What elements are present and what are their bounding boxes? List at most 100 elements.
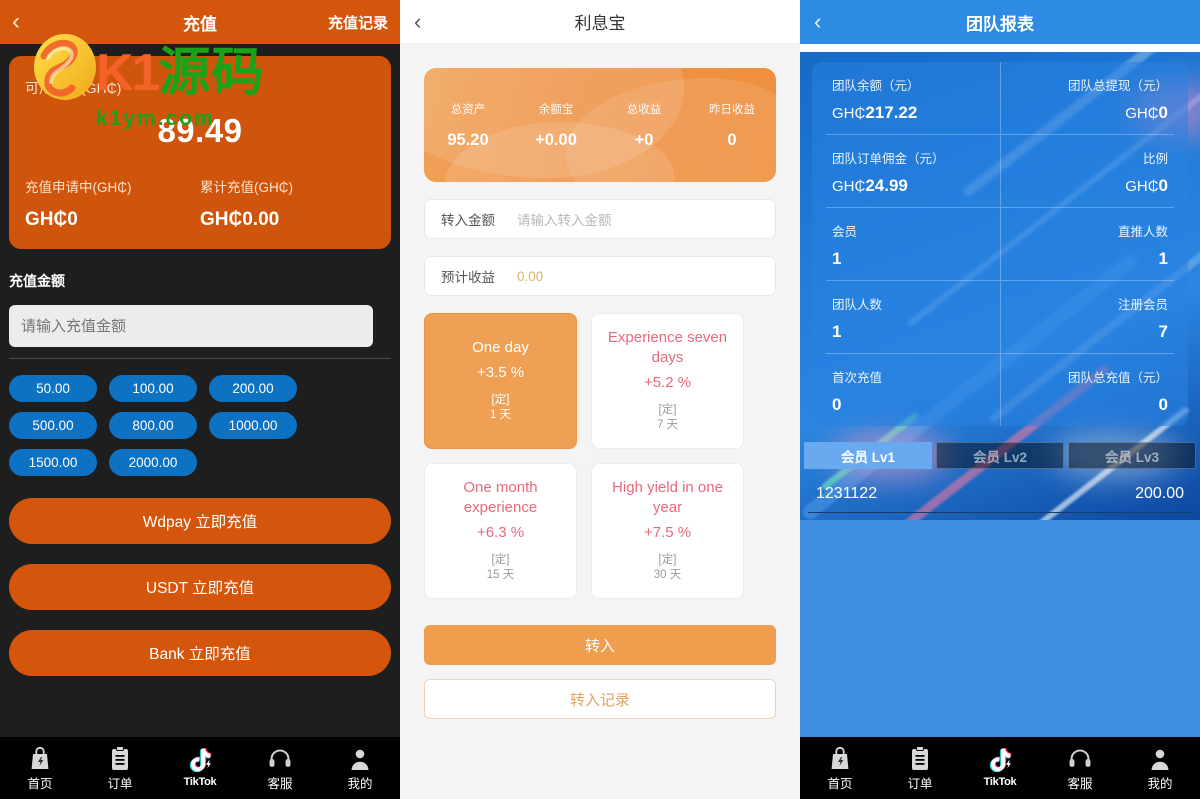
stat-team-size: 团队人数 1 [826, 281, 1000, 353]
transfer-amount-field[interactable]: 转入金额 请输入转入金额 [424, 199, 776, 239]
stat-label: 首次充值 [832, 371, 883, 385]
stat-label: 团队总提现（元） [1067, 79, 1168, 93]
product-grid: One day +3.5 % [定] 1 天 Experience seven d… [424, 313, 776, 599]
back-icon[interactable]: ‹ [12, 0, 20, 44]
stat-team-order-commission: 团队订单佣金（元） GH₵24.99 [826, 135, 1000, 207]
total-recharge-block: 累计充值(GH₵) GH₵0.00 [200, 176, 375, 231]
lixibao-header: ‹ 利息宝 [400, 0, 800, 44]
transfer-in-button[interactable]: 转入 [424, 625, 776, 665]
quick-amount-chip[interactable]: 100.00 [109, 375, 197, 402]
tab-label: 我的 [347, 777, 373, 791]
tab-support[interactable]: 客服 [1040, 744, 1120, 792]
quick-amount-chip[interactable]: 800.00 [109, 412, 197, 439]
product-name: One month experience [463, 479, 538, 517]
summary-value: 95.20 [447, 130, 489, 149]
stat-value: 1 [832, 322, 842, 341]
stat-value: GH₵217.22 [832, 103, 918, 122]
stat-team-balance: 团队余额（元） GH₵217.22 [826, 62, 1000, 134]
stat-value: GH₵0 [1125, 176, 1168, 195]
usdt-recharge-button[interactable]: USDT 立即充值 [9, 564, 391, 610]
tab-member-lv2[interactable]: 会员 Lv2 [936, 442, 1064, 469]
tab-member-lv1[interactable]: 会员 Lv1 [804, 442, 932, 469]
available-balance-label: 可用余额(GH₵) [25, 80, 122, 96]
total-recharge-label: 累计充值(GH₵) [200, 180, 293, 195]
payment-buttons: Wdpay 立即充值 USDT 立即充值 Bank 立即充值 [9, 498, 391, 676]
stat-label: 团队余额（元） [832, 79, 920, 93]
pending-recharge-label: 充值申请中(GH₵) [25, 180, 132, 195]
recharge-amount-title: 充值金额 [9, 273, 65, 289]
tab-tiktok[interactable]: TikTok [960, 747, 1040, 788]
team-stats-card: 团队余额（元） GH₵217.22 团队总提现（元） GH₵0 团队订单佣金（元… [812, 62, 1188, 426]
quick-amount-chip[interactable]: 500.00 [9, 412, 97, 439]
wdpay-recharge-button[interactable]: Wdpay 立即充值 [9, 498, 391, 544]
bank-recharge-button[interactable]: Bank 立即充值 [9, 630, 391, 676]
person-icon [1148, 744, 1172, 771]
stat-value: 0 [1158, 395, 1168, 414]
tab-mine[interactable]: 我的 [1120, 744, 1200, 792]
member-amount: 200.00 [1135, 485, 1184, 502]
tab-support[interactable]: 客服 [240, 744, 320, 792]
list-item[interactable]: 1231122 200.00 [808, 479, 1192, 513]
stats-row: 团队余额（元） GH₵217.22 团队总提现（元） GH₵0 [826, 62, 1174, 135]
bag-icon [829, 744, 851, 771]
recharge-amount-input[interactable] [9, 305, 373, 347]
tab-label: 订单 [107, 777, 133, 791]
back-icon[interactable]: ‹ [414, 9, 421, 35]
quick-amount-chip[interactable]: 1000.00 [209, 412, 297, 439]
bottom-tabbar: 首页 订单 TikTok 客服 我的 [800, 737, 1200, 799]
tab-tiktok[interactable]: TikTok [160, 747, 240, 788]
tab-label: 客服 [267, 777, 293, 791]
summary-label: 总资产 [450, 103, 486, 116]
summary-cell: 总资产 95.20 [424, 101, 512, 150]
tab-orders[interactable]: 订单 [880, 744, 960, 792]
stat-label: 团队人数 [832, 298, 883, 312]
member-name: 1231122 [816, 485, 878, 502]
stat-label: 团队总充值（元） [1067, 371, 1168, 385]
tab-label: 首页 [827, 777, 853, 791]
product-term: [定] 1 天 [489, 393, 512, 422]
product-card-one-year[interactable]: High yield in one year +7.5 % [定] 30 天 [591, 463, 744, 599]
product-name: Experience seven days [607, 329, 728, 367]
quick-amount-chip[interactable]: 200.00 [209, 375, 297, 402]
product-card-one-day[interactable]: One day +3.5 % [定] 1 天 [424, 313, 577, 449]
person-icon [348, 744, 372, 771]
stat-registered-members: 注册会员 7 [999, 281, 1175, 353]
product-card-seven-days[interactable]: Experience seven days +5.2 % [定] 7 天 [591, 313, 744, 449]
transfer-records-button[interactable]: 转入记录 [424, 679, 776, 719]
tab-label: TikTok [183, 775, 217, 788]
product-rate: +3.5 % [476, 363, 525, 381]
product-name: High yield in one year [612, 479, 723, 517]
pending-recharge-value: GH₵0 [25, 209, 78, 230]
summary-label: 总收益 [626, 103, 662, 116]
recharge-header: ‹ 充值 充值记录 [0, 0, 400, 44]
tab-mine[interactable]: 我的 [320, 744, 400, 792]
field-label: 转入金额 [441, 213, 495, 228]
header-spacer [800, 44, 1200, 52]
available-balance-value: 89.49 [157, 112, 243, 149]
recharge-records-link[interactable]: 充值记录 [328, 0, 388, 44]
balance-card: 可用余额(GH₵) 89.49 充值申请中(GH₵) GH₵0 累计充值(GH₵… [9, 56, 391, 249]
tab-label: 首页 [27, 777, 53, 791]
quick-amount-chip[interactable]: 50.00 [9, 375, 97, 402]
tab-label: 客服 [1067, 777, 1093, 791]
summary-value: +0.00 [535, 130, 577, 149]
clipboard-icon [910, 744, 930, 771]
back-icon[interactable]: ‹ [814, 9, 821, 35]
stat-team-total-recharge: 团队总充值（元） 0 [999, 354, 1175, 426]
tab-home[interactable]: 首页 [0, 744, 80, 792]
quick-amount-chip[interactable]: 1500.00 [9, 449, 97, 476]
transfer-amount-placeholder: 请输入转入金额 [517, 213, 612, 228]
team-report-header: ‹ 团队报表 [800, 0, 1200, 44]
product-term: [定] 15 天 [486, 553, 515, 582]
tab-home[interactable]: 首页 [800, 744, 880, 792]
stat-label: 会员 [832, 225, 858, 239]
tab-label: 订单 [907, 777, 933, 791]
clipboard-icon [110, 744, 130, 771]
headset-icon [268, 744, 292, 771]
product-rate: +6.3 % [476, 523, 525, 541]
tab-orders[interactable]: 订单 [80, 744, 160, 792]
bottom-tabbar: 首页 订单 TikTok 客服 我的 [0, 737, 400, 799]
product-card-one-month[interactable]: One month experience +6.3 % [定] 15 天 [424, 463, 577, 599]
quick-amount-chip[interactable]: 2000.00 [109, 449, 197, 476]
tab-member-lv3[interactable]: 会员 Lv3 [1068, 442, 1196, 469]
